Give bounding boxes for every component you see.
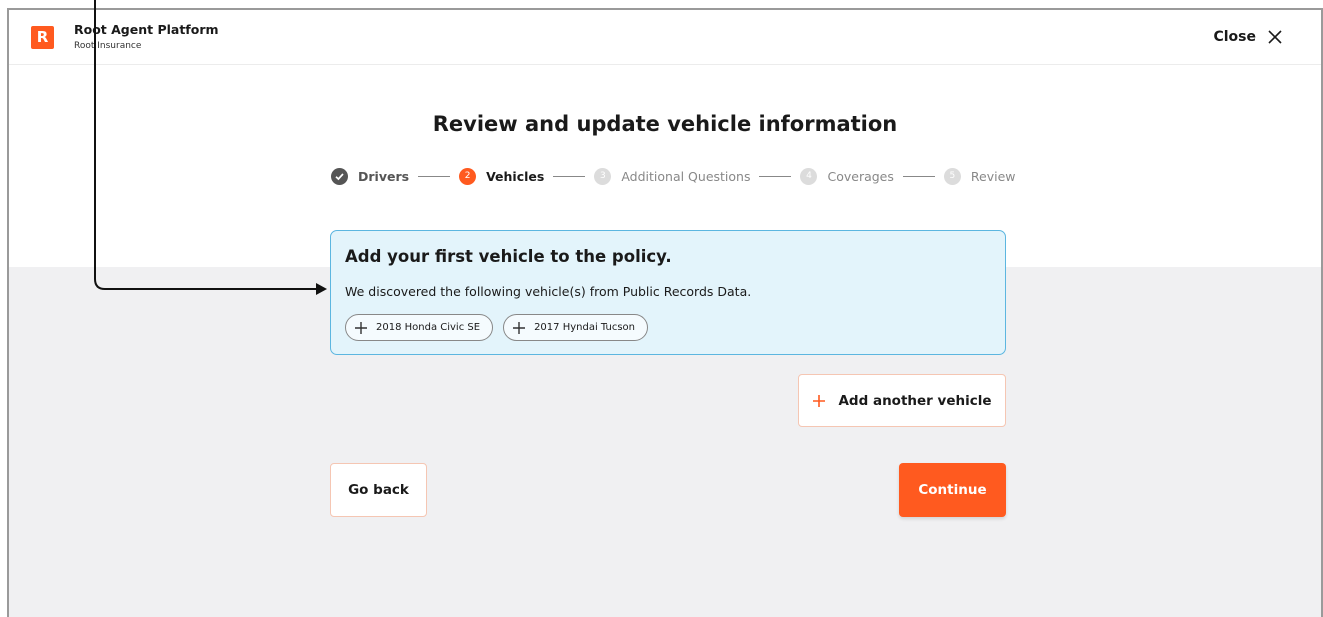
go-back-button[interactable]: Go back: [330, 463, 427, 517]
progress-stepper: Drivers 2 Vehicles 3 Additional Question…: [331, 166, 1016, 186]
step-number: 2: [459, 167, 477, 185]
app-title: Root Agent Platform: [74, 22, 219, 37]
card-description: We discovered the following vehicle(s) f…: [345, 284, 752, 299]
page-title: Review and update vehicle information: [432, 112, 898, 136]
step-vehicles: 2 Vehicles: [459, 167, 545, 185]
plus-icon: [355, 321, 367, 334]
go-back-label: Go back: [348, 482, 409, 498]
continue-label: Continue: [918, 482, 987, 498]
step-label: Vehicles: [486, 168, 545, 184]
add-another-vehicle-button[interactable]: Add another vehicle: [798, 374, 1006, 427]
step-label: Additional Questions: [621, 168, 751, 184]
check-circle-icon: [331, 167, 348, 185]
step-label: Drivers: [358, 168, 410, 184]
plus-icon: [813, 394, 826, 407]
step-review: 5 Review: [943, 167, 1016, 185]
step-connector: [759, 175, 792, 177]
continue-button[interactable]: Continue: [899, 463, 1006, 517]
step-additional-questions: 3 Additional Questions: [594, 167, 751, 185]
add-vehicle-label: Add another vehicle: [838, 392, 992, 409]
step-connector: [902, 175, 935, 177]
header: R Root Agent Platform Root Insurance Clo…: [9, 10, 1321, 65]
vehicle-chip-honda-civic[interactable]: 2018 Honda Civic SE: [345, 314, 494, 341]
app-subtitle: Root Insurance: [74, 41, 142, 51]
step-coverages: 4 Coverages: [800, 167, 894, 185]
vehicle-discovery-card: Add your first vehicle to the policy. We…: [330, 230, 1006, 355]
step-number: 4: [800, 167, 818, 185]
vehicle-chip-label: 2018 Honda Civic SE: [376, 322, 481, 333]
vehicle-chip-list: 2018 Honda Civic SE 2017 Hyndai Tucson: [345, 314, 648, 341]
vehicle-chip-hyundai-tucson[interactable]: 2017 Hyndai Tucson: [503, 314, 648, 341]
step-number: 3: [594, 167, 612, 185]
card-title: Add your first vehicle to the policy.: [345, 247, 672, 266]
close-button[interactable]: Close: [1213, 25, 1283, 49]
vehicle-chip-label: 2017 Hyndai Tucson: [534, 322, 635, 333]
step-label: Review: [970, 168, 1016, 184]
step-connector: [553, 175, 586, 177]
app-window: R Root Agent Platform Root Insurance Clo…: [7, 8, 1323, 617]
plus-icon: [513, 321, 526, 334]
step-drivers: Drivers: [331, 167, 410, 185]
step-connector: [418, 175, 451, 177]
close-label: Close: [1213, 29, 1256, 45]
step-label: Coverages: [827, 168, 894, 184]
step-number: 5: [943, 167, 961, 185]
root-logo: R: [31, 26, 54, 49]
close-icon: [1268, 30, 1282, 44]
